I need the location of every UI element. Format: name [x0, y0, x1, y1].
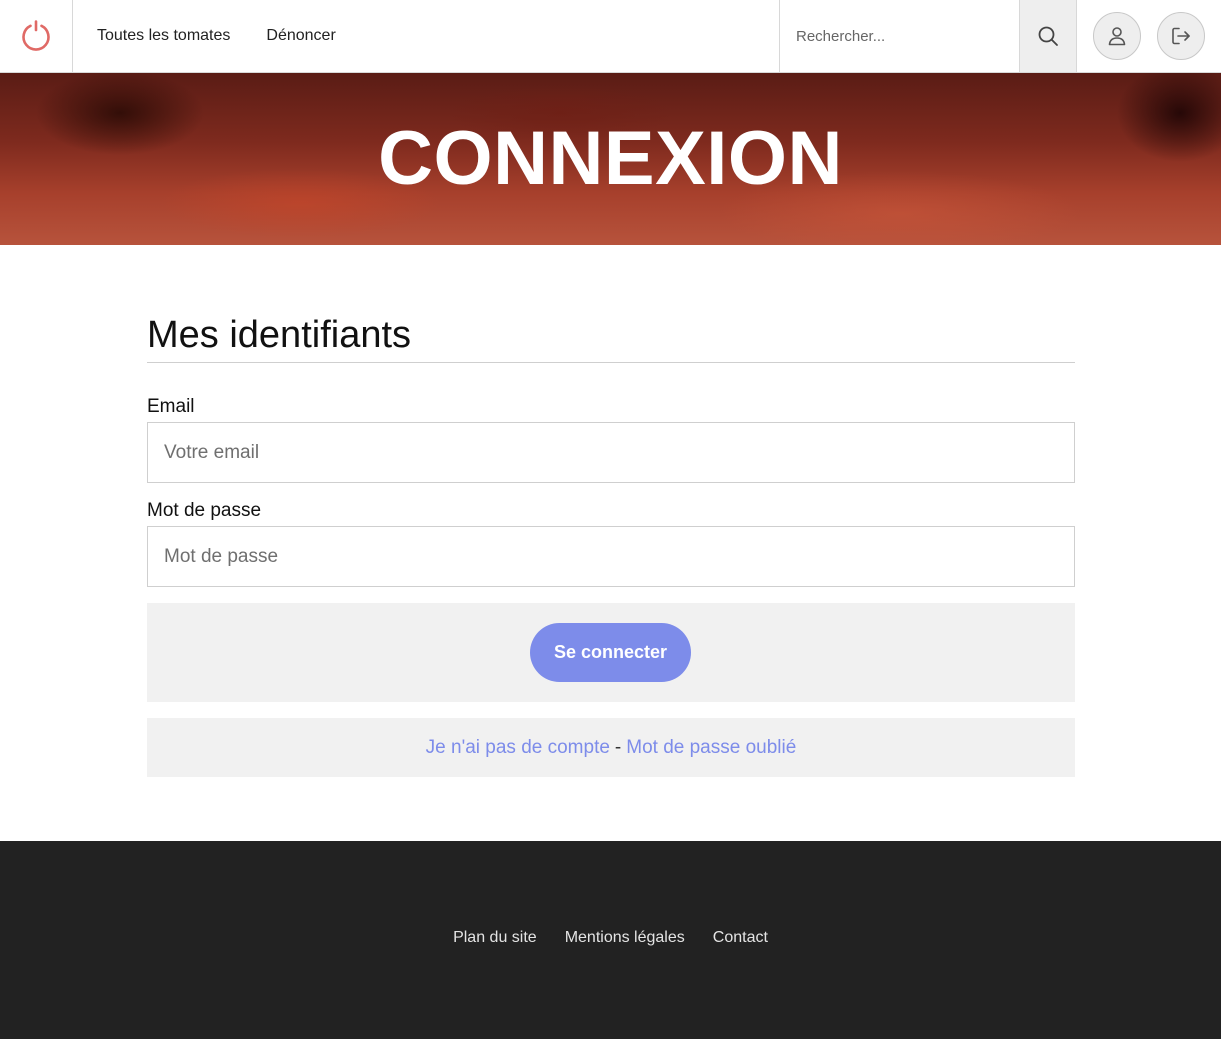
search-bar	[779, 0, 1077, 72]
email-field[interactable]	[147, 422, 1075, 483]
no-account-link[interactable]: Je n'ai pas de compte	[426, 737, 610, 759]
footer-link-contact[interactable]: Contact	[713, 929, 768, 947]
submit-panel: Se connecter	[147, 603, 1075, 702]
title-divider	[147, 362, 1075, 363]
account-button[interactable]	[1093, 12, 1141, 60]
top-navigation-bar: Toutes les tomates Dénoncer	[0, 0, 1221, 73]
footer-nav: Plan du site Mentions légales Contact	[0, 929, 1221, 947]
login-button[interactable]: Se connecter	[530, 623, 691, 682]
hero-banner: CONNEXION	[0, 73, 1221, 245]
password-field[interactable]	[147, 526, 1075, 587]
power-icon	[19, 19, 53, 53]
footer-link-sitemap[interactable]: Plan du site	[453, 929, 537, 947]
footer-link-legal[interactable]: Mentions légales	[565, 929, 685, 947]
email-label: Email	[147, 396, 195, 417]
home-logo-link[interactable]	[0, 0, 73, 72]
logout-button[interactable]	[1157, 12, 1205, 60]
search-button[interactable]	[1019, 0, 1077, 72]
form-title: Mes identifiants	[147, 314, 412, 356]
password-label: Mot de passe	[147, 500, 262, 521]
nav-link-report[interactable]: Dénoncer	[266, 27, 335, 45]
page-title: CONNEXION	[378, 116, 843, 201]
logout-icon	[1170, 25, 1192, 47]
search-input[interactable]	[780, 0, 1020, 72]
user-icon	[1106, 25, 1128, 47]
footer: Plan du site Mentions légales Contact	[0, 841, 1221, 1039]
nav-link-all-tomatoes[interactable]: Toutes les tomates	[97, 27, 230, 45]
main-nav: Toutes les tomates Dénoncer	[97, 0, 372, 72]
links-separator: -	[614, 736, 622, 758]
forgot-password-link[interactable]: Mot de passe oublié	[626, 737, 796, 759]
search-icon	[1037, 25, 1059, 47]
account-links-panel: Je n'ai pas de compte - Mot de passe oub…	[147, 718, 1075, 777]
